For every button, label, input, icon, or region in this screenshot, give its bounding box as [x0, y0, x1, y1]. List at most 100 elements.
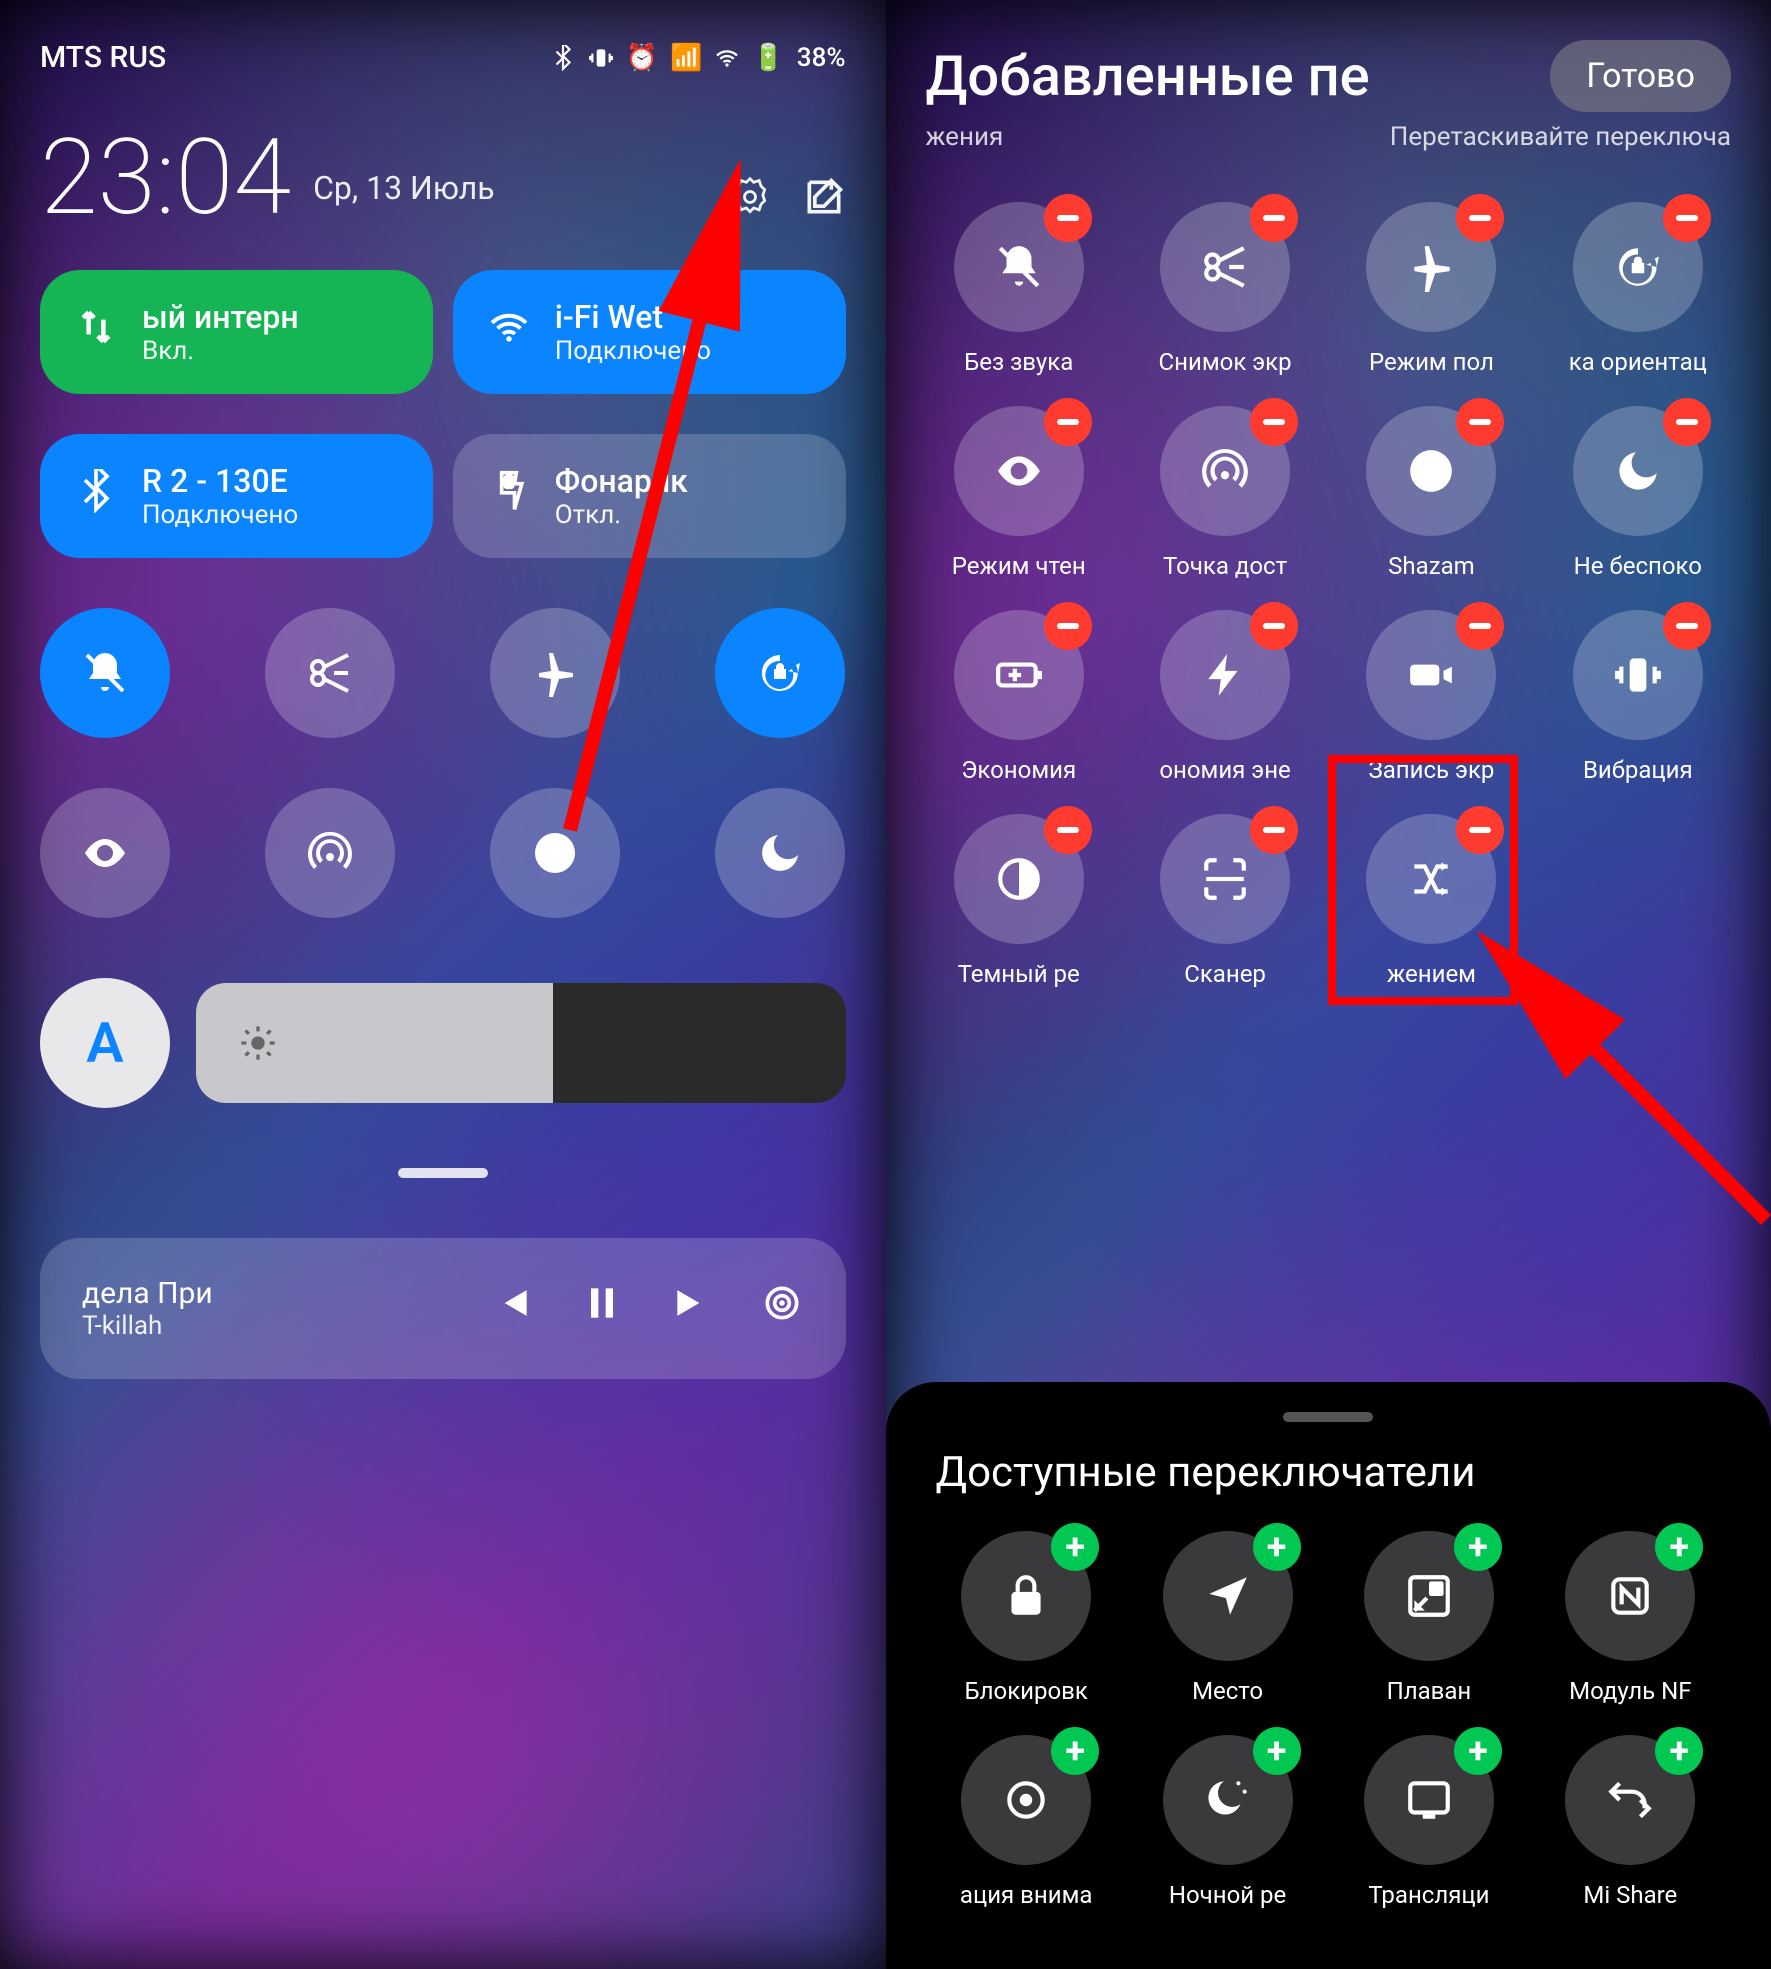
status-bar: MTS RUS ⏰ 📶 🔋 38%: [40, 40, 846, 75]
orientation-lock-toggle[interactable]: [715, 608, 845, 738]
remove-badge[interactable]: [1044, 194, 1092, 242]
nfc-icon: [1565, 1531, 1695, 1661]
remove-badge[interactable]: [1456, 194, 1504, 242]
remove-badge[interactable]: [1663, 194, 1711, 242]
flashlight-icon: [485, 469, 533, 524]
hotspot-icon: [1160, 406, 1290, 536]
toggle-ultra[interactable]: ономия эне: [1132, 610, 1318, 784]
wifi-tile[interactable]: i-Fi WetПодключено: [453, 270, 846, 394]
toggle-dnd[interactable]: Не беспоко: [1545, 406, 1731, 580]
subtitle-left: жения: [926, 122, 1004, 152]
toggle-screenshot[interactable]: Снимок экр: [1132, 202, 1318, 376]
toggle-label: Вибрация: [1545, 756, 1731, 784]
remove-badge[interactable]: [1663, 602, 1711, 650]
remove-badge[interactable]: [1663, 398, 1711, 446]
remove-badge[interactable]: [1044, 806, 1092, 854]
done-button[interactable]: Готово: [1550, 40, 1731, 112]
lock-rotate-icon: [1573, 202, 1703, 332]
remove-badge[interactable]: [1456, 602, 1504, 650]
media-output-button[interactable]: [760, 1281, 804, 1336]
toggle-night[interactable]: Ночной ре: [1137, 1735, 1318, 1909]
remove-badge[interactable]: [1250, 194, 1298, 242]
toggle-battery[interactable]: Экономия: [926, 610, 1112, 784]
floating-icon: [1364, 1531, 1494, 1661]
media-pause-button[interactable]: [580, 1281, 624, 1336]
brightness-icon: [238, 1023, 278, 1063]
control-center-screenshot: MTS RUS ⏰ 📶 🔋 38% 23:04 Ср, 13 Июль: [0, 0, 886, 1969]
location-icon: [1163, 1531, 1293, 1661]
toggle-cast[interactable]: Трансляци: [1338, 1735, 1519, 1909]
media-next-button[interactable]: [670, 1281, 714, 1336]
grab-handle[interactable]: [398, 1168, 488, 1178]
media-prev-button[interactable]: [490, 1281, 534, 1336]
toggle-label: Сканер: [1132, 960, 1318, 988]
remove-badge[interactable]: [1456, 398, 1504, 446]
shazam-toggle[interactable]: [490, 788, 620, 918]
add-badge[interactable]: [1655, 1523, 1703, 1571]
add-badge[interactable]: [1253, 1523, 1301, 1571]
cast-icon: [1364, 1735, 1494, 1865]
remove-badge[interactable]: [1456, 806, 1504, 854]
remove-badge[interactable]: [1044, 602, 1092, 650]
toggle-floating[interactable]: Плаван: [1338, 1531, 1519, 1705]
add-badge[interactable]: [1655, 1727, 1703, 1775]
add-badge[interactable]: [1454, 1727, 1502, 1775]
add-badge[interactable]: [1253, 1727, 1301, 1775]
page-title: Добавленные пе: [926, 43, 1370, 109]
toggle-orientation[interactable]: ка ориентац: [1545, 202, 1731, 376]
screenshot-toggle[interactable]: [265, 608, 395, 738]
hotspot-toggle[interactable]: [265, 788, 395, 918]
mobile-data-icon: [72, 305, 120, 360]
battery-plus-icon: [954, 610, 1084, 740]
clock-time: 23:04: [40, 116, 291, 239]
remove-badge[interactable]: [1044, 398, 1092, 446]
edit-icon[interactable]: [802, 175, 846, 230]
toggle-hotspot[interactable]: Точка дост: [1132, 406, 1318, 580]
status-icons: ⏰ 📶 🔋 38%: [550, 43, 846, 73]
reading-mode-toggle[interactable]: [40, 788, 170, 918]
toggle-lock[interactable]: Блокировк: [936, 1531, 1117, 1705]
add-badge[interactable]: [1454, 1523, 1502, 1571]
add-badge[interactable]: [1051, 1523, 1099, 1571]
panel-handle[interactable]: [1283, 1412, 1373, 1422]
toggle-label: Shazam: [1338, 552, 1524, 580]
bluetooth-tile[interactable]: R 2 - 130EПодключено: [40, 434, 433, 558]
bluetooth-status-icon: [550, 45, 576, 71]
toggle-focus[interactable]: ация внима: [936, 1735, 1117, 1909]
settings-icon[interactable]: [728, 175, 772, 230]
moon-icon: [1573, 406, 1703, 536]
toggle-nfc[interactable]: Модуль NF: [1540, 1531, 1721, 1705]
toggle-location[interactable]: Место: [1137, 1531, 1318, 1705]
toggle-airplane[interactable]: Режим пол: [1338, 202, 1524, 376]
scissors-icon: [1160, 202, 1290, 332]
mute-toggle[interactable]: [40, 608, 170, 738]
toggle-mishare[interactable]: Mi Share: [1540, 1735, 1721, 1909]
media-player-card[interactable]: дела При T-killah: [40, 1238, 846, 1379]
toggle-reading[interactable]: Режим чтен: [926, 406, 1112, 580]
toggle-label: Точка дост: [1132, 552, 1318, 580]
toggle-label: Режим чтен: [926, 552, 1112, 580]
toggle-motion[interactable]: жением: [1338, 814, 1524, 988]
toggle-dark[interactable]: Темный ре: [926, 814, 1112, 988]
brightness-slider[interactable]: [196, 983, 846, 1103]
moon-stars-icon: [1163, 1735, 1293, 1865]
toggle-record[interactable]: Запись экр: [1338, 610, 1524, 784]
add-badge[interactable]: [1051, 1727, 1099, 1775]
auto-brightness-toggle[interactable]: A: [40, 978, 170, 1108]
toggle-label: Модуль NF: [1540, 1677, 1721, 1705]
toggle-vibrate[interactable]: Вибрация: [1545, 610, 1731, 784]
battery-status-icon: 🔋: [752, 43, 784, 73]
toggle-label: Без звука: [926, 348, 1112, 376]
toggle-label: Не беспоко: [1545, 552, 1731, 580]
remove-badge[interactable]: [1250, 602, 1298, 650]
remove-badge[interactable]: [1250, 398, 1298, 446]
toggle-mute[interactable]: Без звука: [926, 202, 1112, 376]
dnd-toggle[interactable]: [715, 788, 845, 918]
flashlight-tile[interactable]: ФонарикОткл.: [453, 434, 846, 558]
toggle-shazam[interactable]: Shazam: [1338, 406, 1524, 580]
toggle-label: Темный ре: [926, 960, 1112, 988]
mobile-data-tile[interactable]: ый интернВкл.: [40, 270, 433, 394]
remove-badge[interactable]: [1250, 806, 1298, 854]
toggle-scanner[interactable]: Сканер: [1132, 814, 1318, 988]
airplane-toggle[interactable]: [490, 608, 620, 738]
